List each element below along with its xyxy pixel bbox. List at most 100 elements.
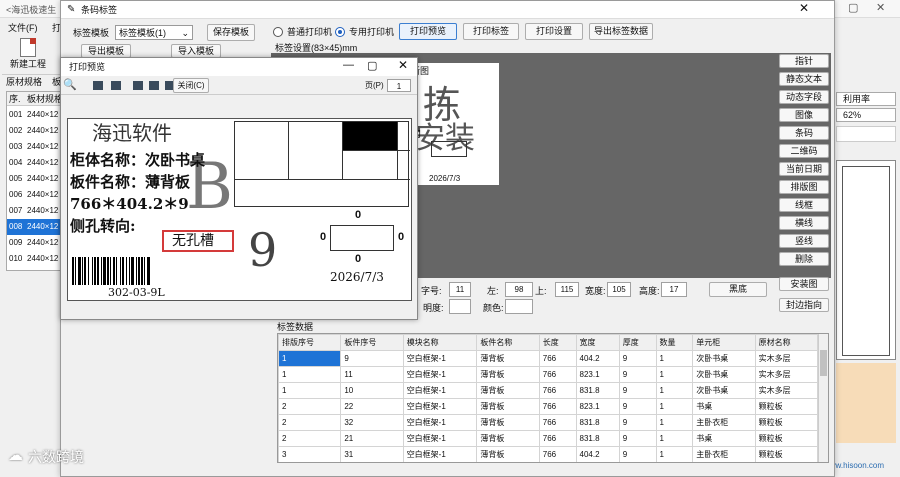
four-page-icon[interactable]: [149, 81, 159, 90]
stock-row[interactable]: 001 2440×12: [7, 107, 63, 123]
column-header[interactable]: 模块名称: [402, 334, 478, 351]
top-input[interactable]: 115: [555, 282, 579, 297]
table-cell: 9: [618, 382, 657, 399]
color-swatch[interactable]: [505, 299, 533, 314]
column-header[interactable]: 宽度: [575, 334, 620, 351]
column-header[interactable]: 原材名称: [754, 334, 819, 351]
font-size-input[interactable]: 11: [449, 282, 471, 297]
print-preview-button[interactable]: 打印预览: [399, 23, 457, 40]
stock-row[interactable]: 006 2440×12: [7, 187, 63, 203]
table-cell: 薄背板: [476, 350, 540, 367]
two-page-icon[interactable]: [111, 81, 121, 90]
tool-button[interactable]: 图像: [779, 108, 829, 122]
stock-row-seq: 008: [9, 222, 23, 231]
table-row[interactable]: 3 31 空白框架-1 薄背板 766 404.2 9 1 主卧衣柜 颗粒板: [278, 446, 819, 462]
column-header[interactable]: 板件序号: [340, 334, 404, 351]
stock-row[interactable]: 010 2440×12: [7, 251, 63, 267]
print-settings-button[interactable]: 打印设置: [525, 23, 583, 40]
stock-row[interactable]: 003 2440×12: [7, 139, 63, 155]
stock-spec-tab[interactable]: 原材规格: [6, 76, 42, 88]
label-design-page[interactable]: 新图 拣 安装 向 2026/7/3: [409, 63, 499, 185]
menu-file[interactable]: 文件(F): [8, 22, 38, 34]
close-icon[interactable]: ✕: [876, 1, 885, 14]
table-row[interactable]: 1 9 空白框架-1 薄背板 766 404.2 9 1 次卧书桌 实木多层: [278, 350, 819, 367]
page-input[interactable]: 1: [387, 79, 411, 92]
vertical-scrollbar[interactable]: [818, 334, 828, 462]
export-template-button[interactable]: 导出模板: [81, 44, 131, 58]
utilization-value: 62%: [836, 108, 896, 122]
tool-button[interactable]: 竖线: [779, 234, 829, 248]
stock-row[interactable]: 004 2440×12: [7, 155, 63, 171]
right-blank-field: [836, 126, 896, 142]
stock-row-seq: 009: [9, 238, 23, 247]
table-row[interactable]: 2 22 空白框架-1 薄背板 766 823.1 9 1 书桌 颗粒板: [278, 398, 819, 415]
table-row[interactable]: 2 21 空白框架-1 薄背板 766 831.8 9 1 书桌 颗粒板: [278, 430, 819, 447]
tool-button[interactable]: 指针: [779, 54, 829, 68]
width-input[interactable]: 105: [607, 282, 631, 297]
maximize-icon[interactable]: ▢: [848, 1, 858, 14]
column-header[interactable]: 厚度: [618, 334, 657, 351]
three-page-icon[interactable]: [133, 81, 143, 90]
template-label: 标签模板: [73, 28, 110, 38]
print-label-button[interactable]: 打印标签: [463, 23, 519, 40]
preview-close-icon[interactable]: ✕: [398, 58, 408, 72]
table-row[interactable]: 1 10 空白框架-1 薄背板 766 831.8 9 1 次卧书桌 实木多层: [278, 382, 819, 399]
dialog-title-bar: ✎ 条码标签 ✕: [61, 1, 834, 19]
column-header[interactable]: 长度: [538, 334, 577, 351]
special-printer-label[interactable]: 专用打印机: [349, 26, 394, 38]
table-row[interactable]: 2 32 空白框架-1 薄背板 766 831.8 9 1 主卧衣柜 颗粒板: [278, 414, 819, 431]
radio-special-printer[interactable]: [335, 27, 345, 37]
barcode-bar: [147, 257, 150, 285]
column-header[interactable]: 单元柜: [692, 334, 756, 351]
export-label-data-button[interactable]: 导出标签数据: [589, 23, 653, 40]
table-cell: 766: [538, 366, 577, 383]
black-background-button[interactable]: 黑底: [709, 282, 767, 297]
tool-button[interactable]: 横线: [779, 216, 829, 230]
stock-row-spec: 2440×12: [27, 142, 59, 151]
transparency-input[interactable]: [449, 299, 471, 314]
stock-row[interactable]: 009 2440×12: [7, 235, 63, 251]
stock-row[interactable]: 002 2440×12: [7, 123, 63, 139]
normal-printer-label[interactable]: 普通打印机: [287, 26, 332, 38]
tool-button[interactable]: 静态文本: [779, 72, 829, 86]
selected-element-frame[interactable]: [431, 141, 467, 157]
tool-button[interactable]: 线框: [779, 198, 829, 212]
table-row[interactable]: 1 11 空白框架-1 薄背板 766 823.1 9 1 次卧书桌 实木多层: [278, 366, 819, 383]
tool-button[interactable]: 当前日期: [779, 162, 829, 176]
zoom-icon[interactable]: 🔍: [63, 78, 77, 91]
one-page-icon[interactable]: [93, 81, 103, 90]
table-cell: 1: [655, 366, 694, 383]
stock-row[interactable]: 007 2440×12: [7, 203, 63, 219]
column-header[interactable]: 板件名称: [476, 334, 540, 351]
stock-table: 序. 板材规格 001 2440×12 002 2440×12 003 2440×12 00…: [6, 91, 64, 271]
barcode-bar: [107, 257, 109, 285]
new-project-label[interactable]: 新建工程: [10, 58, 46, 70]
height-input[interactable]: 17: [661, 282, 687, 297]
close-preview-button[interactable]: 关闭(C): [173, 78, 209, 93]
tool-button[interactable]: 删除: [779, 252, 829, 266]
save-template-button[interactable]: 保存模板: [207, 24, 255, 41]
main-title: <海迅极速生: [6, 5, 57, 15]
edge-direction-button[interactable]: 封边指向: [779, 298, 829, 312]
left-input[interactable]: 98: [505, 282, 533, 297]
template-select[interactable]: 标签模板(1) ⌄: [115, 25, 193, 40]
stock-row[interactable]: 005 2440×12: [7, 171, 63, 187]
new-project-icon[interactable]: [20, 38, 36, 57]
tool-button[interactable]: 动态字段: [779, 90, 829, 104]
tool-button[interactable]: 条码: [779, 126, 829, 140]
minimize-icon[interactable]: —: [343, 59, 354, 71]
column-header[interactable]: 排版序号: [278, 334, 342, 351]
table-cell: 书桌: [692, 430, 756, 447]
maximize-icon[interactable]: ▢: [367, 59, 377, 72]
import-template-button[interactable]: 导入模板: [171, 44, 221, 58]
column-header[interactable]: 数量: [655, 334, 694, 351]
preview-toolbar: 🔍 关闭(C) 页(P) 1: [61, 77, 417, 95]
dialog-close-icon[interactable]: ✕: [799, 1, 809, 15]
install-diagram-button[interactable]: 安装图: [779, 277, 829, 291]
stock-row[interactable]: 008 2440×12: [7, 219, 63, 235]
table-header: 排版序号 板件序号 模块名称 板件名称 长度 宽度 厚度 数量 单元柜 原材名称: [278, 334, 819, 351]
barcode-text: 302-03-9L: [108, 286, 165, 299]
tool-button[interactable]: 二维码: [779, 144, 829, 158]
radio-normal-printer[interactable]: [273, 27, 283, 37]
tool-button[interactable]: 排版图: [779, 180, 829, 194]
